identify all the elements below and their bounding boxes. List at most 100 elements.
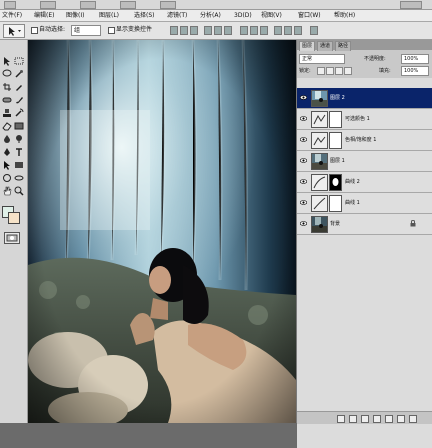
brush-tool[interactable]	[14, 95, 24, 105]
eraser-icon	[2, 122, 12, 131]
menu-select[interactable]: 选择(S)	[134, 11, 155, 20]
gradient-tool[interactable]	[14, 121, 24, 131]
blend-mode-dropdown[interactable]: 正常	[299, 54, 345, 64]
lock-position-icon[interactable]	[335, 67, 343, 75]
layer-row-layer-2[interactable]: 图层 2	[297, 88, 432, 109]
app-button[interactable]	[4, 1, 16, 9]
menu-file[interactable]: 文件(F)	[2, 11, 22, 20]
tool-preset-picker[interactable]	[3, 24, 25, 38]
menu-layer[interactable]: 图层(L)	[99, 11, 119, 20]
layers-panel-footer	[297, 411, 432, 424]
visibility-eye-icon[interactable]	[300, 199, 307, 206]
distribute-left-icon[interactable]	[274, 26, 282, 35]
distribute-right-icon[interactable]	[294, 26, 302, 35]
hand-tool[interactable]	[2, 186, 12, 196]
visibility-eye-icon[interactable]	[300, 115, 307, 122]
dodge-icon	[16, 135, 22, 143]
menu-3d[interactable]: 3D(D)	[234, 11, 252, 20]
visibility-eye-icon[interactable]	[300, 178, 307, 185]
visibility-eye-icon[interactable]	[300, 157, 307, 164]
lock-label: 锁定:	[299, 68, 311, 74]
background-color-swatch[interactable]	[8, 212, 20, 224]
3d-rotate-tool[interactable]	[2, 173, 12, 183]
lasso-tool[interactable]	[2, 69, 12, 79]
layer-name: 色相/饱和度 1	[345, 137, 377, 143]
menu-analysis[interactable]: 分析(A)	[200, 11, 221, 20]
new-layer-icon[interactable]	[397, 415, 405, 423]
distribute-vcenter-icon[interactable]	[250, 26, 258, 35]
tab-layers[interactable]: 图层	[299, 41, 316, 51]
auto-select-dropdown[interactable]: 组	[71, 25, 101, 36]
new-group-icon[interactable]	[385, 415, 393, 423]
add-mask-icon[interactable]	[361, 415, 369, 423]
zoom-tool[interactable]	[14, 186, 24, 196]
layer-name: 曲线 1	[345, 200, 360, 206]
eraser-tool[interactable]	[2, 121, 12, 131]
opacity-field[interactable]: 100%	[401, 54, 429, 64]
menu-filter[interactable]: 滤镜(T)	[167, 11, 187, 20]
arrange-documents-button[interactable]	[160, 1, 176, 9]
delete-layer-icon[interactable]	[409, 415, 417, 423]
lock-pixels-icon[interactable]	[326, 67, 334, 75]
shape-tool[interactable]	[14, 160, 24, 170]
menu-window[interactable]: 窗口(W)	[298, 11, 321, 20]
launch-bridge-button[interactable]	[40, 1, 56, 9]
fill-field[interactable]: 100%	[401, 66, 429, 76]
auto-align-icon[interactable]	[310, 26, 318, 35]
visibility-eye-icon[interactable]	[300, 94, 307, 101]
menu-edit[interactable]: 编辑(E)	[34, 11, 54, 20]
dodge-tool[interactable]	[14, 134, 24, 144]
fill-value: 100%	[404, 68, 419, 74]
healing-brush-tool[interactable]	[2, 95, 12, 105]
quick-select-tool[interactable]	[14, 69, 24, 79]
show-transform-checkbox[interactable]	[108, 27, 115, 34]
new-adjustment-layer-icon[interactable]	[373, 415, 381, 423]
path-selection-tool[interactable]	[2, 160, 12, 170]
tab-channels[interactable]: 通道	[317, 41, 334, 51]
document-canvas[interactable]	[28, 40, 296, 423]
eyedropper-tool[interactable]	[14, 82, 24, 92]
tab-paths[interactable]: 路径	[335, 41, 352, 51]
type-icon	[16, 148, 22, 156]
visibility-eye-icon[interactable]	[300, 136, 307, 143]
distribute-bottom-icon[interactable]	[260, 26, 268, 35]
layer-row-selective-color-1[interactable]: 可选颜色 1	[297, 109, 432, 130]
quick-select-icon	[15, 70, 23, 78]
quick-mask-button[interactable]	[4, 232, 20, 244]
align-left-icon[interactable]	[204, 26, 212, 35]
distribute-top-icon[interactable]	[240, 26, 248, 35]
marquee-icon	[14, 57, 24, 65]
align-right-icon[interactable]	[224, 26, 232, 35]
view-extras-button[interactable]	[80, 1, 96, 9]
3d-orbit-tool[interactable]	[14, 173, 24, 183]
crop-tool[interactable]	[2, 82, 12, 92]
layer-row-curves-2[interactable]: 曲线 2	[297, 172, 432, 193]
move-tool[interactable]	[2, 56, 12, 66]
blur-tool[interactable]	[2, 134, 12, 144]
layer-row-hue-saturation-1[interactable]: 色相/饱和度 1	[297, 130, 432, 151]
align-top-icon[interactable]	[170, 26, 178, 35]
workspace-button[interactable]	[400, 1, 422, 9]
link-layers-icon[interactable]	[337, 415, 345, 423]
zoom-level-button[interactable]	[120, 1, 136, 9]
lock-all-icon[interactable]	[344, 67, 352, 75]
menu-view[interactable]: 视图(V)	[261, 11, 282, 20]
layer-style-icon[interactable]	[349, 415, 357, 423]
menu-help[interactable]: 帮助(H)	[334, 11, 355, 20]
clone-stamp-tool[interactable]	[2, 108, 12, 118]
layer-row-curves-1[interactable]: 曲线 1	[297, 193, 432, 214]
menu-image[interactable]: 图像(I)	[66, 11, 84, 20]
align-hcenter-icon[interactable]	[214, 26, 222, 35]
type-tool[interactable]	[14, 147, 24, 157]
distribute-hcenter-icon[interactable]	[284, 26, 292, 35]
align-vcenter-icon[interactable]	[180, 26, 188, 35]
visibility-eye-icon[interactable]	[300, 220, 307, 227]
layer-row-background[interactable]: 背景	[297, 214, 432, 235]
lock-transparent-icon[interactable]	[317, 67, 325, 75]
history-brush-tool[interactable]	[14, 108, 24, 118]
auto-select-checkbox[interactable]	[31, 27, 38, 34]
layer-row-layer-1[interactable]: 图层 1	[297, 151, 432, 172]
marquee-tool[interactable]	[14, 56, 24, 66]
align-bottom-icon[interactable]	[190, 26, 198, 35]
pen-tool[interactable]	[2, 147, 12, 157]
